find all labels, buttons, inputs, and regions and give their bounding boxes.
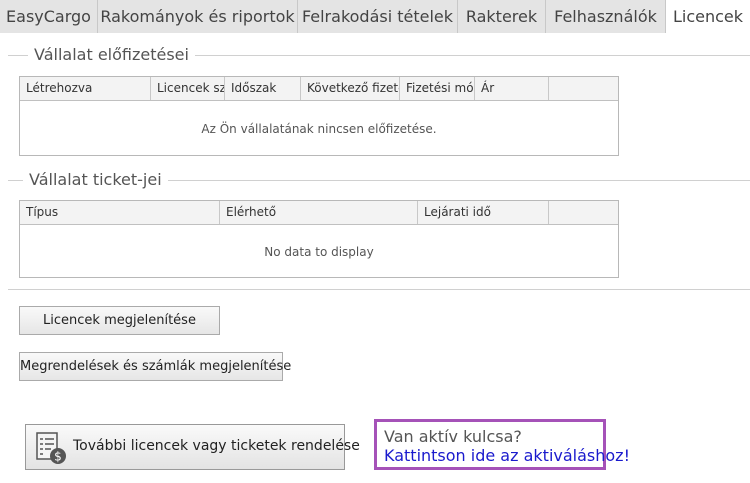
subscriptions-legend: Vállalat előfizetései xyxy=(8,45,750,65)
tab-rakomanyok-es-riportok[interactable]: Rakományok és riportok xyxy=(98,0,298,33)
show-orders-invoices-button[interactable]: Megrendelések és számlák megjelenítése xyxy=(19,352,291,381)
column-header-period[interactable]: Időszak xyxy=(225,77,301,100)
column-header-type[interactable]: Típus xyxy=(20,201,220,224)
svg-text:$: $ xyxy=(54,450,62,464)
tickets-empty-message: No data to display xyxy=(264,245,374,259)
tab-rakterek[interactable]: Rakterek xyxy=(458,0,546,33)
show-licenses-button[interactable]: Licencek megjelenítése xyxy=(19,306,220,335)
tab-easycargo[interactable]: EasyCargo xyxy=(0,0,98,33)
order-more-label: További licencek vagy ticketek rendelése xyxy=(73,438,360,454)
order-more-button[interactable]: $ További licencek vagy ticketek rendelé… xyxy=(25,424,360,470)
activation-question: Van aktív kulcsa? xyxy=(384,427,522,446)
invoice-dollar-icon: $ xyxy=(34,431,68,465)
subscriptions-grid-header: Létrehozva Licencek szá Időszak Következ… xyxy=(20,77,618,101)
column-header-payment-method[interactable]: Fizetési mód xyxy=(400,77,475,100)
tab-felhasznalok[interactable]: Felhasználók xyxy=(546,0,666,33)
column-header-extra xyxy=(549,201,618,224)
column-header-created[interactable]: Létrehozva xyxy=(20,77,151,100)
column-header-available[interactable]: Elérhető xyxy=(220,201,418,224)
column-header-next-payment[interactable]: Következő fizetés xyxy=(301,77,400,100)
tickets-title: Vállalat ticket-jei xyxy=(23,170,168,189)
tab-licencek[interactable]: Licencek xyxy=(666,0,750,34)
column-header-extra xyxy=(549,77,618,100)
tickets-grid-header: Típus Elérhető Lejárati idő xyxy=(20,201,618,225)
activation-link[interactable]: Kattintson ide az aktiváláshoz! xyxy=(384,446,630,465)
column-header-price[interactable]: Ár xyxy=(475,77,549,100)
tickets-legend: Vállalat ticket-jei xyxy=(8,170,750,190)
tickets-grid: Típus Elérhető Lejárati idő No data to d… xyxy=(19,200,619,278)
subscriptions-title: Vállalat előfizetései xyxy=(28,45,195,64)
activation-box: Van aktív kulcsa? Kattintson ide az akti… xyxy=(374,419,630,470)
column-header-license-count[interactable]: Licencek szá xyxy=(151,77,225,100)
tab-bar: EasyCargo Rakományok és riportok Felrako… xyxy=(0,0,750,34)
subscriptions-empty-message: Az Ön vállalatának nincsen előfizetése. xyxy=(201,122,437,136)
tab-felrakodasi-tetelek[interactable]: Felrakodási tételek xyxy=(298,0,458,33)
column-header-expiry[interactable]: Lejárati idő xyxy=(418,201,549,224)
section-divider xyxy=(8,289,750,290)
subscriptions-grid: Létrehozva Licencek szá Időszak Következ… xyxy=(19,76,619,156)
